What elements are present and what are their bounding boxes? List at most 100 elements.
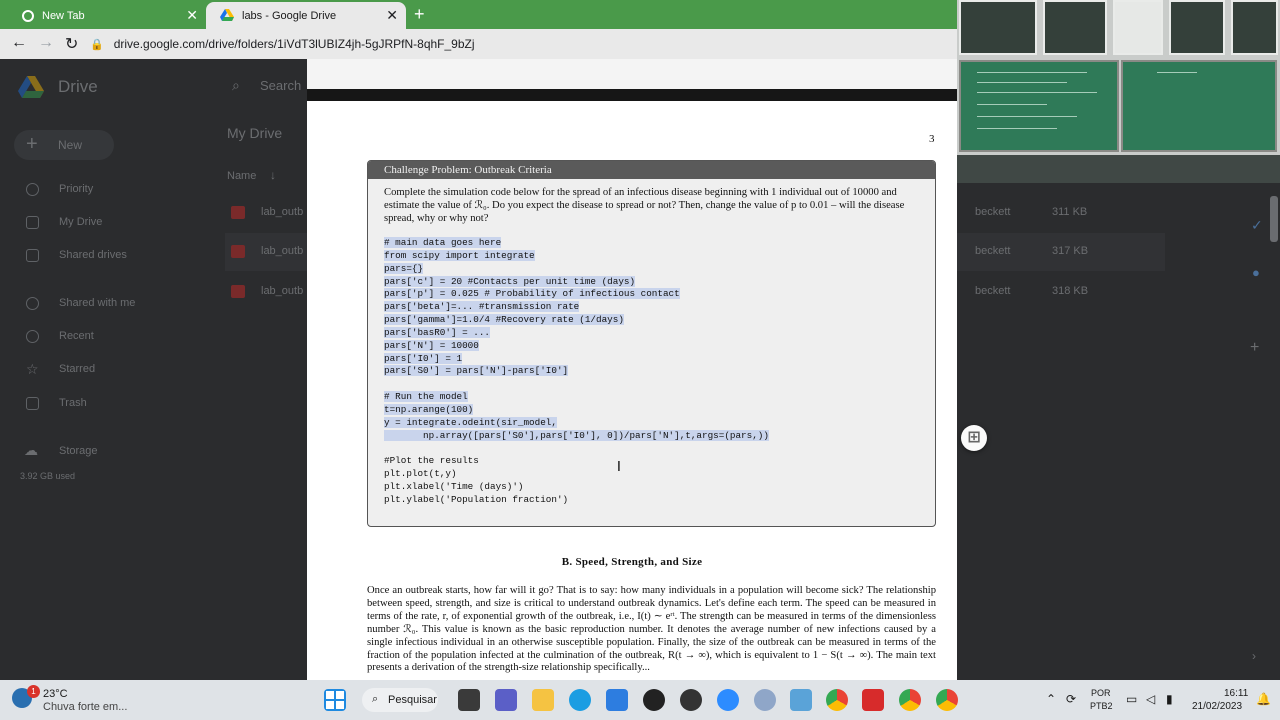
zoom-in-button[interactable]: ⊞ [961, 425, 987, 451]
code-line-text: plt.ylabel('Population fraction') [384, 493, 569, 505]
new-label: New [58, 138, 83, 152]
code-line: pars={} [384, 262, 924, 276]
reload-icon[interactable]: ↻ [65, 34, 78, 54]
address-bar[interactable]: 🔒 drive.google.com/drive/folders/1iVdT3l… [90, 32, 950, 56]
code-line: pars['p'] = 0.025 # Probability of infec… [384, 288, 924, 301]
tab-label: New Tab [42, 9, 85, 22]
dell-icon[interactable] [643, 689, 665, 711]
weather-temperature[interactable]: 23°C [43, 688, 68, 700]
sidebar-item-trash[interactable]: Trash [59, 397, 87, 409]
sidebar-item-storage[interactable]: Storage [59, 445, 98, 457]
back-icon[interactable]: ← [11, 34, 27, 52]
challenge-text: Complete the simulation code below for t… [384, 187, 905, 224]
trash-icon [26, 397, 39, 410]
pdf-icon [231, 285, 245, 298]
sidebar-item-recent[interactable]: Recent [59, 330, 94, 342]
classroom-window [1231, 0, 1278, 55]
code-line-text: pars['N'] = 10000 [384, 339, 479, 351]
store-icon[interactable] [606, 689, 628, 711]
classroom-window [1169, 0, 1225, 55]
windows-start-icon[interactable] [324, 689, 346, 711]
add-addon-icon[interactable]: + [1250, 339, 1259, 357]
new-button[interactable]: + New [14, 130, 114, 160]
code-line: pars['beta']=... #transmission rate [384, 301, 924, 314]
code-line-text: pars['c'] = 20 #Contacts per unit time (… [384, 275, 636, 287]
chrome-active-icon[interactable] [936, 689, 958, 711]
sidebar-item-priority[interactable]: Priority [59, 183, 93, 195]
code-line-text: # main data goes here [384, 237, 502, 248]
display-icon[interactable]: ▭ [1126, 692, 1137, 706]
code-line-text: pars['S0'] = pars['N']-pars['I0'] [384, 365, 569, 377]
code-line: plt.plot(t,y) [384, 468, 924, 481]
task-view-icon[interactable] [458, 689, 480, 711]
clock-time[interactable]: 16:11 [1224, 688, 1248, 699]
sidebar-item-my-drive[interactable]: My Drive [59, 216, 102, 228]
tab-google-drive[interactable]: labs - Google Drive ✕ [206, 2, 406, 29]
sync-icon[interactable]: ⟳ [1066, 692, 1076, 706]
taskbar: 1 23°C Chuva forte em... ⌕ Pesquisar ⌃ ⟳… [0, 680, 1280, 720]
code-line: pars['c'] = 20 #Contacts per unit time (… [384, 275, 924, 289]
chevron-up-icon[interactable]: ⌃ [1046, 692, 1056, 706]
tab-new-tab[interactable]: New Tab ✕ [8, 2, 206, 29]
sidebar-item-shared-drives[interactable]: Shared drives [59, 249, 127, 261]
scrollbar[interactable] [1270, 196, 1278, 242]
arrow-down-icon[interactable]: ↓ [270, 168, 276, 182]
teams-chat-icon[interactable] [495, 689, 517, 711]
url-text: drive.google.com/drive/folders/1iVdT3lUB… [113, 37, 475, 51]
webcam-overlay [957, 0, 1280, 183]
weather-description[interactable]: Chuva forte em... [43, 701, 127, 713]
lock-icon: 🔒 [90, 38, 104, 51]
new-tab-icon[interactable]: + [414, 4, 425, 25]
file-owner: beckett [975, 245, 1011, 257]
google-drive-icon [220, 8, 234, 23]
zoom-icon[interactable] [717, 689, 739, 711]
battery-icon[interactable]: ▮ [1166, 692, 1173, 706]
shared-with-me-icon [26, 297, 39, 310]
google-drive-logo [18, 76, 44, 98]
tasks-icon[interactable]: ✓ [1251, 217, 1263, 234]
edge-icon[interactable] [569, 689, 591, 711]
code-line: plt.xlabel('Time (days)') [384, 481, 924, 494]
close-icon[interactable]: ✕ [186, 7, 198, 24]
snipping-icon[interactable] [790, 689, 812, 711]
chalkboard [1121, 60, 1277, 152]
sidebar-item-shared-with-me[interactable]: Shared with me [59, 297, 135, 309]
file-owner: beckett [975, 206, 1011, 218]
classroom-window [1043, 0, 1107, 55]
drive-title: Drive [58, 77, 98, 96]
language-bottom[interactable]: PTB2 [1090, 701, 1113, 711]
file-size: 318 KB [1052, 285, 1089, 297]
acrobat-icon[interactable] [862, 689, 884, 711]
chrome-profile-icon[interactable] [899, 689, 921, 711]
page-gap [307, 89, 957, 101]
drive-search-input[interactable]: Search [260, 78, 301, 93]
code-line: pars['basR0'] = ... [384, 326, 924, 340]
code-line-text: pars['basR0'] = ... [384, 326, 491, 338]
sidebar-item-starred[interactable]: Starred [59, 363, 95, 375]
code-line: y = integrate.odeint(sir_model, [384, 416, 924, 430]
language-top[interactable]: POR [1091, 688, 1111, 698]
name-column-header[interactable]: Name [227, 170, 256, 182]
taskbar-search[interactable]: ⌕ Pesquisar [362, 688, 438, 712]
notification-icon[interactable]: 🔔 [1256, 692, 1271, 706]
code-block[interactable]: # main data goes here from scipy import i… [384, 237, 924, 507]
forward-icon[interactable]: → [38, 34, 54, 52]
file-name: lab_outb [261, 245, 304, 257]
close-icon[interactable]: ✕ [386, 7, 398, 24]
search-icon[interactable]: ⌕ [232, 77, 240, 94]
chevron-right-icon[interactable]: › [1252, 649, 1256, 663]
file-name: lab_outb [261, 285, 304, 297]
chrome-icon[interactable] [826, 689, 848, 711]
contacts-icon[interactable]: ● [1252, 265, 1260, 280]
app-icon[interactable] [680, 689, 702, 711]
r-app-icon[interactable] [754, 689, 776, 711]
page-number: 3 [929, 133, 935, 145]
my-drive-icon [26, 216, 39, 229]
my-drive-heading[interactable]: My Drive [227, 125, 282, 141]
clock-date[interactable]: 21/02/2023 [1192, 701, 1242, 712]
file-explorer-icon[interactable] [532, 689, 554, 711]
chalkboard [959, 60, 1119, 152]
volume-icon[interactable]: ◁ [1146, 692, 1155, 706]
file-name: lab_outb [261, 206, 304, 218]
